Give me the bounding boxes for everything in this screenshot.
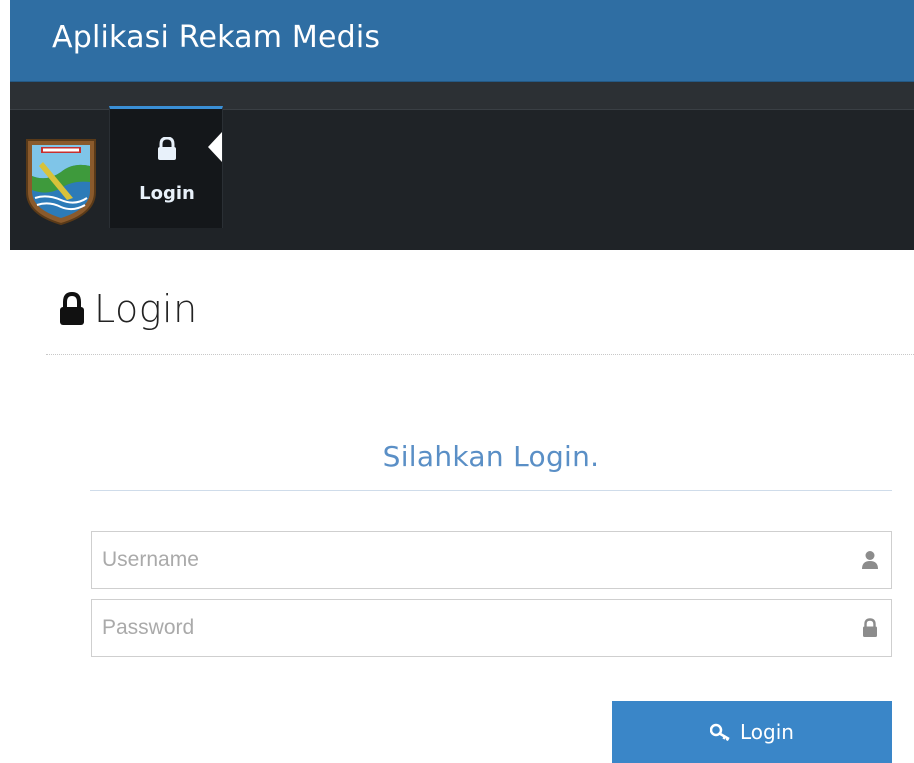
tab-login[interactable]: Login (109, 106, 223, 228)
tab-login-label: Login (139, 183, 195, 204)
password-field-wrapper (91, 599, 892, 657)
lock-icon (863, 618, 877, 637)
key-icon (710, 723, 730, 741)
login-heading: Silahkan Login. (382, 440, 600, 473)
login-button-label: Login (740, 720, 794, 744)
lock-icon (60, 292, 84, 325)
username-field-wrapper (91, 531, 892, 589)
password-input[interactable] (92, 600, 891, 656)
user-icon (862, 551, 878, 569)
login-heading-divider (90, 490, 892, 491)
app-header: Aplikasi Rekam Medis (10, 0, 914, 82)
username-input[interactable] (92, 532, 891, 588)
regional-crest-logo (26, 139, 96, 226)
lock-icon (158, 137, 176, 160)
page-title-divider (46, 354, 914, 355)
navbar: Login (10, 82, 914, 250)
app-title: Aplikasi Rekam Medis (52, 20, 381, 55)
login-button[interactable]: Login (612, 701, 892, 763)
page-title: Login (58, 285, 198, 333)
page-title-text: Login (94, 287, 198, 331)
active-tab-caret (208, 132, 222, 162)
